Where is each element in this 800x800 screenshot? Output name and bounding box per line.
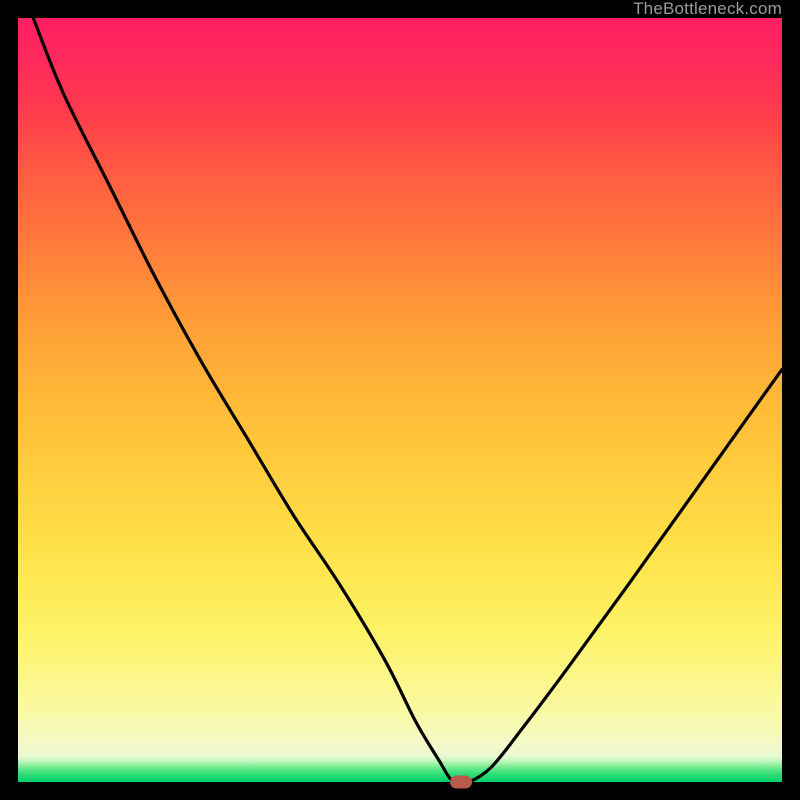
chart-frame: TheBottleneck.com xyxy=(0,0,800,800)
optimum-marker xyxy=(450,776,472,789)
bottleneck-curve xyxy=(18,18,782,782)
watermark-text: TheBottleneck.com xyxy=(633,0,782,18)
plot-area xyxy=(18,18,782,782)
